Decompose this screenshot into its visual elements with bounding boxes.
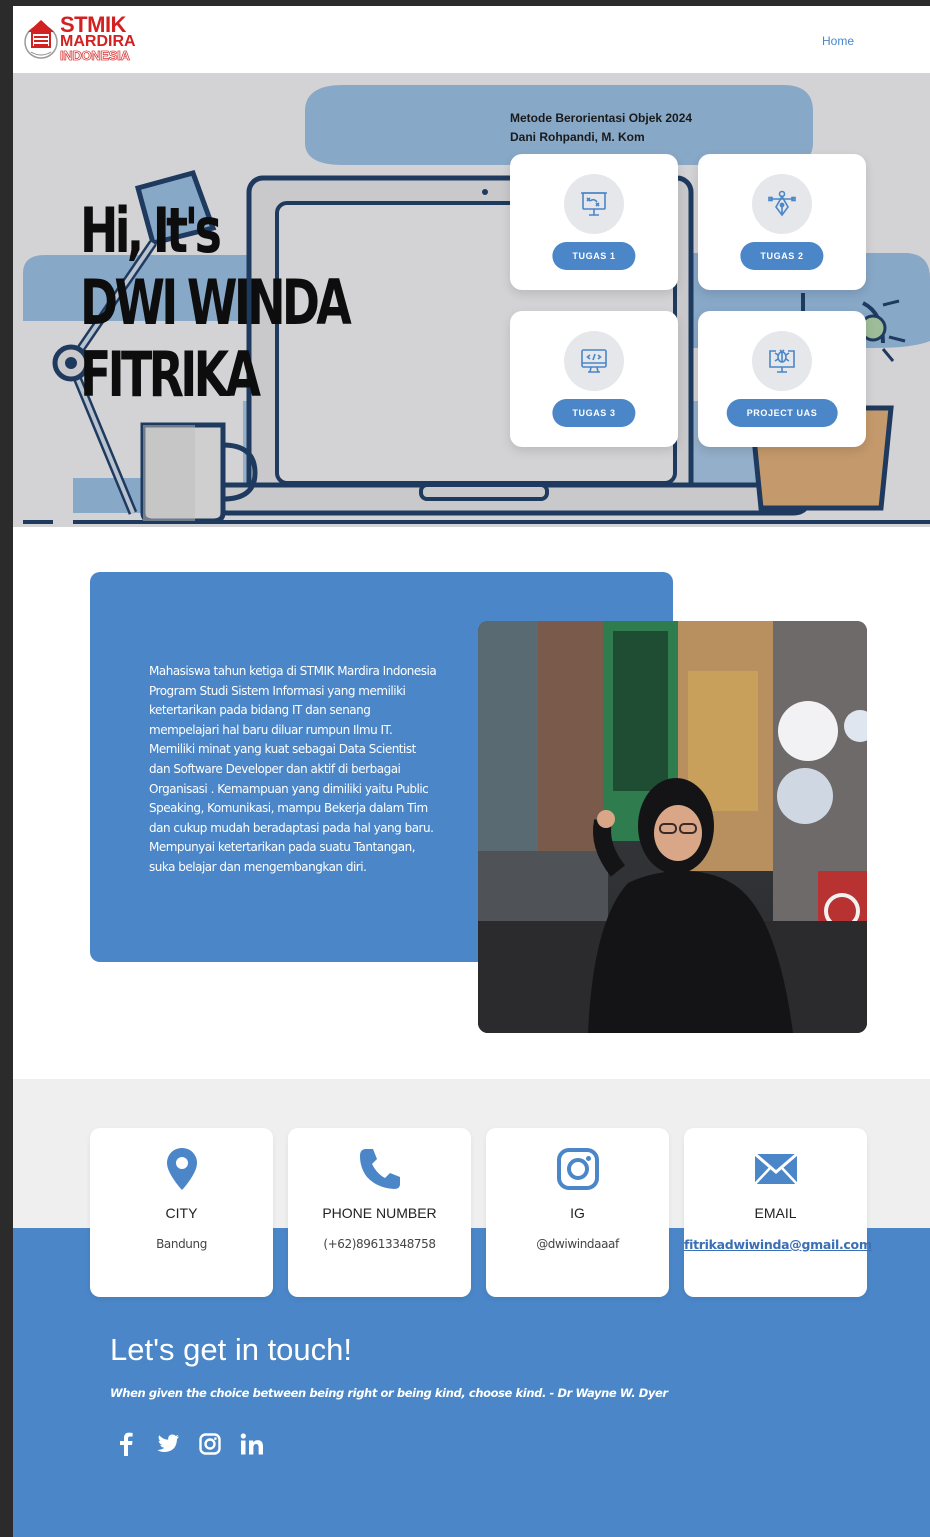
profile-photo <box>478 621 867 1033</box>
hero-title-line-1: Hi, It's <box>80 194 222 267</box>
contact-card-city: CITY Bandung <box>90 1128 273 1297</box>
location-pin-icon <box>157 1144 207 1194</box>
hero-title-line-2: DWI WINDA <box>80 266 352 339</box>
hero-title: Hi, It's DWI WINDA FITRIKA <box>80 194 352 411</box>
contact-card-email: EMAIL fitrikadwiwinda@gmail.com <box>684 1128 872 1297</box>
presentation-board-icon <box>564 174 624 234</box>
phone-icon <box>355 1144 405 1194</box>
page: STMIK MARDIRA INDONESIA Home Hi, It's DW… <box>13 6 930 1537</box>
envelope-icon <box>751 1144 801 1194</box>
contact-card-title: IG <box>570 1205 585 1221</box>
logo-wordmark: STMIK MARDIRA INDONESIA <box>60 14 136 63</box>
contact-card-title: CITY <box>165 1205 198 1221</box>
twitter-icon[interactable] <box>156 1431 180 1457</box>
contact-card-value: Bandung <box>156 1237 207 1251</box>
card-tugas-1[interactable]: TUGAS 1 <box>510 154 678 290</box>
tugas-3-button[interactable]: TUGAS 3 <box>552 399 636 427</box>
card-project-uas[interactable]: PROJECT UAS <box>698 311 866 447</box>
course-info: Metode Berorientasi Objek 2024 Dani Rohp… <box>510 109 692 147</box>
bug-monitor-icon <box>752 331 812 391</box>
contact-card-title: EMAIL <box>754 1205 797 1221</box>
hero-title-line-3: FITRIKA <box>80 338 261 411</box>
contact-heading: Let's get in touch! <box>110 1332 353 1367</box>
contact-card-ig: IG @dwiwindaaaf <box>486 1128 669 1297</box>
hero-section: Hi, It's DWI WINDA FITRIKA Metode Berori… <box>13 73 930 527</box>
tugas-1-button[interactable]: TUGAS 1 <box>552 242 636 270</box>
stmik-logo[interactable]: STMIK MARDIRA INDONESIA <box>23 14 153 66</box>
code-monitor-icon <box>564 331 624 391</box>
contact-card-value: @dwiwindaaaf <box>536 1237 619 1251</box>
logo-line-3: INDONESIA <box>60 48 130 63</box>
navbar: STMIK MARDIRA INDONESIA Home <box>13 6 930 73</box>
contact-quote: When given the choice between being righ… <box>110 1386 668 1400</box>
instagram-icon[interactable] <box>198 1431 222 1457</box>
nav-link-home[interactable]: Home <box>822 34 854 48</box>
facebook-icon[interactable] <box>114 1431 138 1457</box>
tugas-2-button[interactable]: TUGAS 2 <box>740 242 824 270</box>
about-description: Mahasiswa tahun ketiga di STMIK Mardira … <box>149 664 437 874</box>
course-name: Metode Berorientasi Objek 2024 <box>510 111 693 125</box>
card-tugas-2[interactable]: TUGAS 2 <box>698 154 866 290</box>
contact-card-title: PHONE NUMBER <box>322 1205 437 1221</box>
stmik-emblem-icon <box>24 20 58 59</box>
contact-card-value: (+62)89613348758 <box>323 1237 436 1251</box>
project-uas-button[interactable]: PROJECT UAS <box>726 399 838 427</box>
contact-card-phone: PHONE NUMBER (+62)89613348758 <box>288 1128 471 1297</box>
email-link[interactable]: fitrikadwiwinda@gmail.com <box>684 1237 872 1252</box>
instagram-icon <box>553 1144 603 1194</box>
card-tugas-3[interactable]: TUGAS 3 <box>510 311 678 447</box>
lecturer-name: Dani Rohpandi, M. Kom <box>510 130 645 144</box>
pen-tool-icon <box>752 174 812 234</box>
linkedin-icon[interactable] <box>240 1431 264 1457</box>
social-links <box>114 1431 264 1457</box>
